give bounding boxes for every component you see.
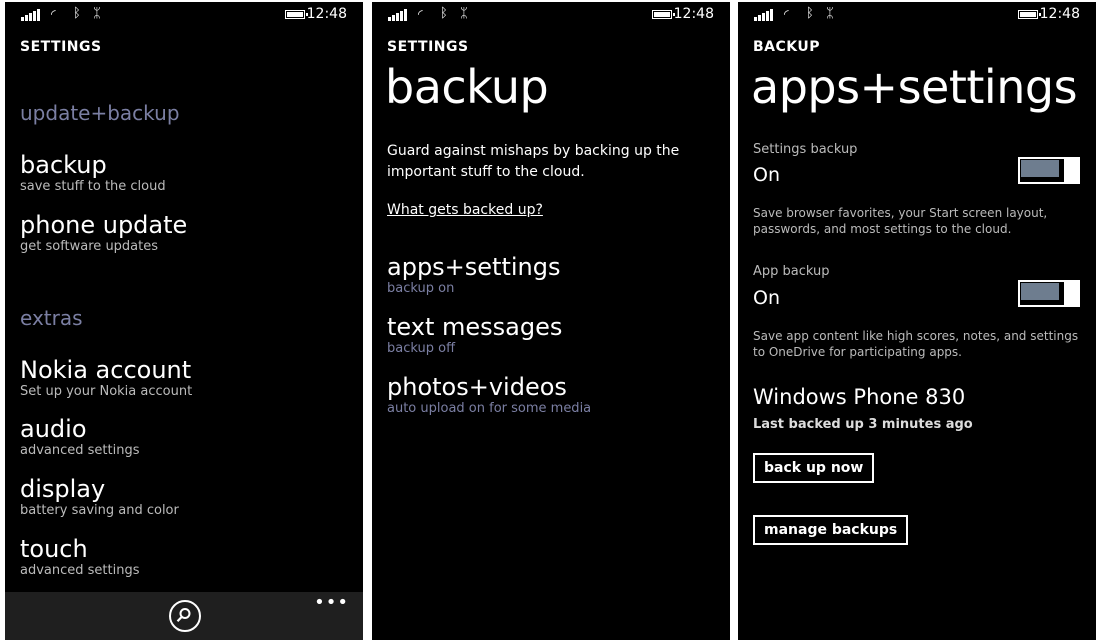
section-header-extras: extras — [20, 306, 83, 330]
item-subtitle: get software updates — [20, 239, 159, 254]
back-up-now-button[interactable]: back up now — [753, 453, 875, 483]
app-title: BACKUP — [753, 39, 821, 55]
search-button[interactable] — [169, 600, 201, 632]
app-bar: ••• — [5, 592, 363, 640]
item-subtitle: save stuff to the cloud — [20, 179, 166, 194]
settings-item-nokia-account[interactable]: Nokia account Set up your Nokia account — [20, 356, 192, 400]
settings-item-audio[interactable]: audio advanced settings — [20, 415, 140, 459]
settings-backup-label: Settings backup — [753, 142, 858, 157]
more-options-button[interactable]: ••• — [314, 592, 349, 613]
item-title: phone update — [20, 211, 188, 239]
item-title: display — [20, 475, 106, 503]
status-time: 12:48 — [673, 6, 714, 22]
item-subtitle: Set up your Nokia account — [20, 384, 193, 399]
nfc-icon: ᛯ — [460, 6, 468, 21]
nfc-icon: ᛯ — [93, 6, 101, 21]
app-backup-label: App backup — [753, 264, 830, 279]
page-title: backup — [385, 60, 549, 114]
item-title: backup — [20, 151, 107, 179]
battery-icon — [1018, 10, 1041, 19]
settings-item-display[interactable]: display battery saving and color — [20, 475, 179, 519]
item-status: backup off — [387, 341, 456, 356]
battery-icon — [652, 10, 675, 19]
status-bar: ◜ ᛒ ᛯ 12:48 — [372, 2, 730, 28]
battery-icon — [285, 10, 308, 19]
bluetooth-icon: ᛒ — [440, 6, 448, 21]
wifi-icon: ◜ — [51, 7, 56, 21]
item-status: auto upload on for some media — [387, 401, 592, 416]
signal-icon — [754, 9, 776, 21]
app-backup-toggle[interactable] — [1018, 280, 1080, 307]
wifi-icon: ◜ — [418, 7, 423, 21]
manage-backups-button[interactable]: manage backups — [753, 515, 909, 545]
item-title: photos+videos — [387, 373, 567, 401]
settings-backup-value: On — [753, 164, 780, 186]
nfc-icon: ᛯ — [826, 6, 834, 21]
app-title: SETTINGS — [387, 39, 469, 55]
toggle-knob — [1066, 157, 1080, 184]
settings-screen: ◜ ᛒ ᛯ 12:48 SETTINGS update+backup backu… — [5, 2, 363, 640]
item-title: text messages — [387, 313, 563, 341]
settings-backup-toggle[interactable] — [1018, 157, 1080, 184]
page-title: SETTINGS — [20, 39, 102, 55]
item-title: touch — [20, 535, 88, 563]
section-header-update-backup: update+backup — [20, 101, 180, 125]
last-backup-status: Last backed up 3 minutes ago — [753, 417, 973, 432]
signal-icon — [388, 9, 410, 21]
status-bar: ◜ ᛒ ᛯ 12:48 — [738, 2, 1096, 28]
backup-item-apps-settings[interactable]: apps+settings backup on — [387, 253, 561, 297]
toggle-fill — [1021, 160, 1059, 177]
what-gets-backed-up-link[interactable]: What gets backed up? — [387, 202, 543, 218]
settings-item-backup[interactable]: backup save stuff to the cloud — [20, 151, 166, 195]
toggle-knob — [1066, 280, 1080, 307]
status-time: 12:48 — [306, 6, 347, 22]
bluetooth-icon: ᛒ — [73, 6, 81, 21]
apps-settings-screen: ◜ ᛒ ᛯ 12:48 BACKUP apps+settings Setting… — [738, 2, 1096, 640]
status-time: 12:48 — [1039, 6, 1080, 22]
intro-text: Guard against mishaps by backing up the … — [387, 143, 680, 180]
app-backup-value: On — [753, 287, 780, 309]
settings-item-touch[interactable]: touch advanced settings — [20, 535, 140, 579]
search-icon — [176, 608, 191, 623]
app-backup-description: Save app content like high scores, notes… — [753, 329, 1079, 359]
device-name: Windows Phone 830 — [753, 385, 966, 409]
item-status: backup on — [387, 281, 455, 296]
signal-icon — [21, 9, 43, 21]
backup-screen: ◜ ᛒ ᛯ 12:48 SETTINGS backup Guard agains… — [372, 2, 730, 640]
item-title: Nokia account — [20, 356, 192, 384]
wifi-icon: ◜ — [784, 7, 789, 21]
backup-item-photos-videos[interactable]: photos+videos auto upload on for some me… — [387, 373, 591, 417]
page-title: apps+settings — [751, 60, 1078, 114]
item-subtitle: advanced settings — [20, 443, 140, 458]
backup-item-text-messages[interactable]: text messages backup off — [387, 313, 562, 357]
item-subtitle: battery saving and color — [20, 503, 179, 518]
settings-item-phone-update[interactable]: phone update get software updates — [20, 211, 187, 255]
item-title: audio — [20, 415, 87, 443]
status-bar: ◜ ᛒ ᛯ 12:48 — [5, 2, 363, 28]
bluetooth-icon: ᛒ — [806, 6, 814, 21]
toggle-fill — [1021, 283, 1059, 300]
settings-backup-description: Save browser favorites, your Start scree… — [753, 206, 1048, 236]
item-subtitle: advanced settings — [20, 563, 140, 578]
item-title: apps+settings — [387, 253, 561, 281]
